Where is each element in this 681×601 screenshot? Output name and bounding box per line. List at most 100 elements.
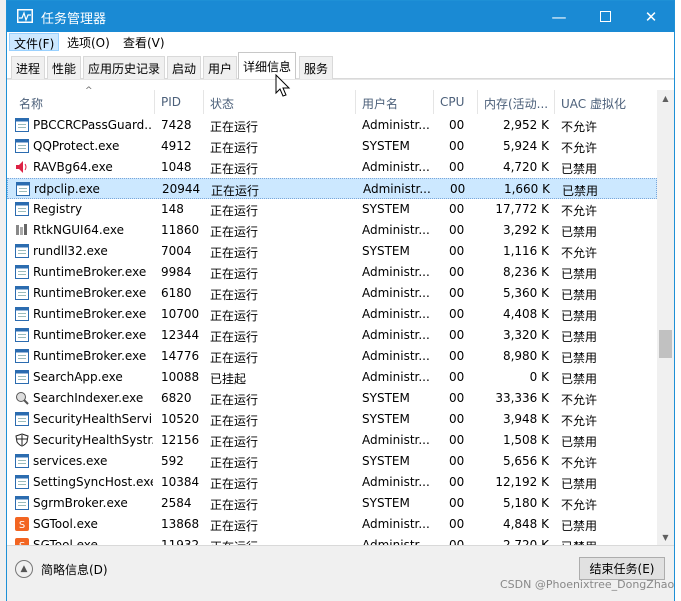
process-row[interactable]: rundll32.exe 7004 正在运行 SYSTEM 00 1,116 K 不允许	[7, 241, 657, 262]
process-row[interactable]: SecurityHealthServi... 10520 正在运行 SYSTEM 00 3…	[7, 409, 657, 430]
column-header-memory[interactable]: 内存(活动...	[478, 90, 555, 114]
process-row[interactable]: SgrmBroker.exe 2584 正在运行 SYSTEM 00 5,180 K 不允许	[7, 493, 657, 514]
process-row[interactable]: RuntimeBroker.exe 14776 正在运行 Administr... 00…	[7, 346, 657, 367]
process-user: Administr...	[362, 265, 430, 279]
process-row[interactable]: SettingSyncHost.exe 10384 正在运行 Administr...…	[7, 472, 657, 493]
menu-file[interactable]: 文件(F)	[9, 33, 60, 51]
process-row[interactable]: SearchIndexer.exe 6820 正在运行 SYSTEM 00 33,336 …	[7, 388, 657, 409]
maximize-button[interactable]	[582, 1, 628, 32]
process-status: 正在运行	[210, 267, 259, 281]
process-pid: 20944	[162, 182, 201, 196]
title-bar[interactable]: 任务管理器 — ✕	[7, 1, 674, 32]
process-cpu: 00	[449, 454, 465, 468]
process-pid: 148	[161, 202, 184, 216]
process-cpu: 00	[449, 517, 465, 531]
window-title: 任务管理器	[41, 12, 107, 27]
process-row[interactable]: SearchApp.exe 10088 已挂起 Administr... 00 0 K 已禁…	[7, 367, 657, 388]
svg-text:S: S	[19, 520, 25, 531]
process-name: PBCCRCPassGuard...	[33, 118, 153, 132]
process-row[interactable]: Registry 148 正在运行 SYSTEM 00 17,772 K 不允许	[7, 199, 657, 220]
process-user: SYSTEM	[362, 412, 410, 426]
process-cpu: 00	[449, 139, 465, 153]
menu-options[interactable]: 选项(O)	[63, 33, 114, 51]
process-name: RAVBg64.exe	[33, 160, 113, 174]
sgtool-icon: S	[15, 517, 29, 531]
process-user: SYSTEM	[362, 202, 410, 216]
vertical-scrollbar[interactable]: ▲ ▼	[657, 90, 674, 546]
process-memory: 3,948 K	[502, 412, 549, 426]
end-task-button[interactable]: 结束任务(E)	[579, 557, 665, 580]
process-pid: 10384	[161, 475, 200, 489]
process-row[interactable]: SecurityHealthSystr... 12156 正在运行 Administr…	[7, 430, 657, 451]
tab-performance[interactable]: 性能	[47, 56, 82, 79]
process-status: 正在运行	[210, 435, 259, 449]
process-row[interactable]: rdpclip.exe 20944 正在运行 Administr... 00 1,660 …	[7, 178, 657, 199]
process-memory: 17,772 K	[495, 202, 549, 216]
process-status: 正在运行	[210, 120, 259, 134]
process-name: SecurityHealthServi...	[33, 412, 153, 426]
process-pid: 10088	[161, 370, 200, 384]
process-uac: 已禁用	[561, 162, 598, 176]
menu-view[interactable]: 查看(V)	[119, 33, 169, 51]
audio-driver-icon	[15, 223, 29, 237]
process-row[interactable]: QQProtect.exe 4912 正在运行 SYSTEM 00 5,924 K 不允许	[7, 136, 657, 157]
task-manager-icon	[17, 9, 33, 23]
process-memory: 1,116 K	[502, 244, 549, 258]
process-row[interactable]: RtkNGUI64.exe 11860 正在运行 Administr... 00 3,29…	[7, 220, 657, 241]
process-row[interactable]: RuntimeBroker.exe 10700 正在运行 Administr... 00…	[7, 304, 657, 325]
column-header-name[interactable]: 名称 ^	[13, 86, 155, 114]
column-header-user[interactable]: 用户名	[356, 90, 434, 114]
process-name: Registry	[33, 202, 83, 216]
process-user: Administr...	[362, 328, 430, 342]
process-row[interactable]: PBCCRCPassGuard... 7428 正在运行 Administr... 00…	[7, 115, 657, 136]
process-user: Administr...	[362, 286, 430, 300]
scroll-down-icon[interactable]: ▼	[657, 529, 674, 546]
tab-users[interactable]: 用户	[203, 56, 238, 79]
process-row[interactable]: S SGTool.exe 13868 正在运行 Administr... 00 4,848 …	[7, 514, 657, 535]
process-memory: 5,656 K	[502, 454, 549, 468]
menu-bar: 文件(F) 选项(O) 查看(V)	[7, 32, 674, 52]
process-memory: 33,336 K	[495, 391, 549, 405]
tab-services[interactable]: 服务	[299, 56, 334, 79]
close-button[interactable]: ✕	[628, 1, 674, 32]
tab-processes[interactable]: 进程	[11, 56, 46, 79]
process-status: 正在运行	[210, 477, 259, 491]
process-status: 正在运行	[210, 498, 259, 512]
column-header-pid[interactable]: PID	[155, 90, 204, 114]
mouse-cursor-icon	[275, 74, 291, 97]
column-header-uac[interactable]: UAC 虚拟化	[555, 90, 657, 114]
process-user: SYSTEM	[362, 496, 410, 510]
process-user: Administr...	[362, 517, 430, 531]
process-row[interactable]: RAVBg64.exe 1048 正在运行 Administr... 00 4,720 K…	[7, 157, 657, 178]
process-row[interactable]: RuntimeBroker.exe 12344 正在运行 Administr... 00…	[7, 325, 657, 346]
generic-app-icon	[15, 118, 29, 132]
tab-startup[interactable]: 启动	[167, 56, 202, 79]
process-uac: 不允许	[561, 141, 598, 155]
generic-app-icon	[15, 370, 29, 384]
process-cpu: 00	[449, 412, 465, 426]
scroll-up-icon[interactable]: ▲	[657, 90, 674, 107]
process-cpu: 00	[449, 223, 465, 237]
process-user: SYSTEM	[362, 391, 410, 405]
process-row[interactable]: services.exe 592 正在运行 SYSTEM 00 5,656 K 不允许	[7, 451, 657, 472]
tab-app-history[interactable]: 应用历史记录	[83, 56, 166, 79]
column-header-cpu[interactable]: CPU	[434, 90, 478, 114]
generic-app-icon	[15, 307, 29, 321]
process-status: 正在运行	[210, 288, 259, 302]
process-cpu: 00	[449, 307, 465, 321]
process-uac: 已禁用	[562, 184, 599, 198]
process-name: rundll32.exe	[33, 244, 108, 258]
close-icon: ✕	[644, 7, 658, 26]
process-pid: 10700	[161, 307, 200, 321]
process-uac: 已禁用	[561, 288, 598, 302]
process-uac: 不允许	[561, 204, 598, 218]
process-memory: 4,848 K	[502, 517, 549, 531]
minimize-button[interactable]: —	[536, 1, 582, 32]
process-pid: 11860	[161, 223, 200, 237]
process-row[interactable]: RuntimeBroker.exe 6180 正在运行 Administr... 00 5…	[7, 283, 657, 304]
process-name: SearchIndexer.exe	[33, 391, 144, 405]
scroll-thumb[interactable]	[659, 330, 672, 358]
fewer-details-button[interactable]: ▲ 简略信息(D)	[15, 559, 108, 579]
process-uac: 已禁用	[561, 330, 598, 344]
process-row[interactable]: RuntimeBroker.exe 9984 正在运行 Administr... 00 8…	[7, 262, 657, 283]
